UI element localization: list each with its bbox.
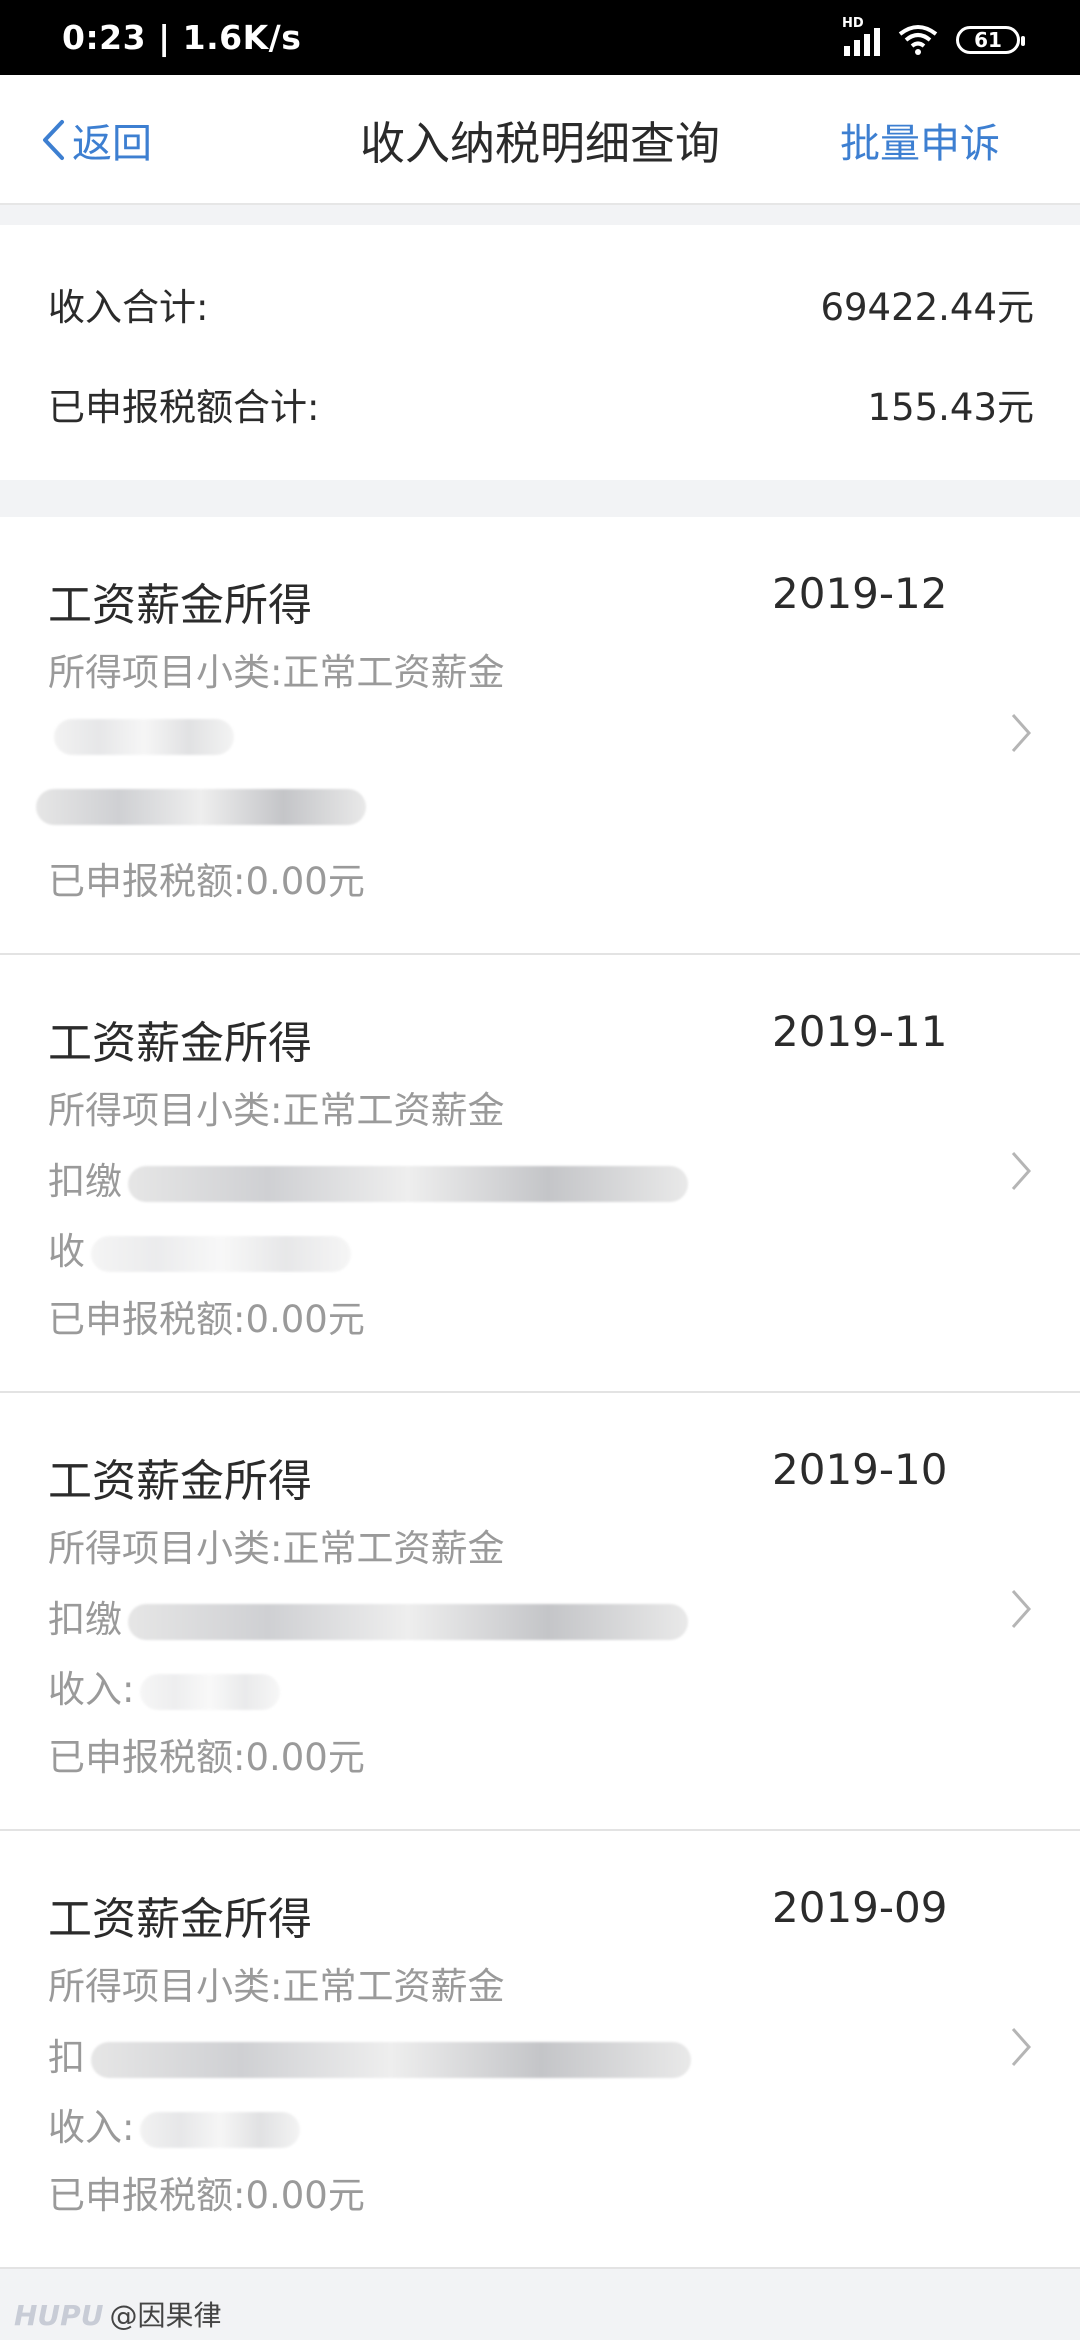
record-date: 2019-09 xyxy=(772,1883,948,1932)
signal-icon: HD xyxy=(842,16,880,56)
record-title: 工资薪金所得 xyxy=(48,1456,312,1507)
tax-total-label: 已申报税额合计: xyxy=(48,386,320,429)
record-date: 2019-10 xyxy=(772,1445,948,1494)
status-time: 0:23 | 1.6K/s xyxy=(62,18,302,57)
record-subcategory: 所得项目小类:正常工资薪金 xyxy=(48,1527,505,1570)
wifi-icon xyxy=(898,25,938,55)
tax-total-row: 已申报税额合计: 155.43元 xyxy=(48,377,1034,431)
record-title: 工资薪金所得 xyxy=(48,1018,312,1069)
chevron-right-icon xyxy=(1011,2028,1032,2066)
record-payer xyxy=(48,713,234,756)
record-payer: 扣缴 xyxy=(48,1151,688,1205)
record-tax: 已申报税额:0.00元 xyxy=(48,860,365,903)
tax-total-value: 155.43元 xyxy=(867,386,1034,429)
income-total-label: 收入合计: xyxy=(48,286,209,329)
income-record-list: 工资薪金所得 2019-12 所得项目小类:正常工资薪金 已申报税额:0.00元… xyxy=(0,517,1080,2269)
battery-icon: 61 xyxy=(956,26,1025,54)
record-subcategory: 所得项目小类:正常工资薪金 xyxy=(48,651,505,694)
chevron-right-icon xyxy=(1011,714,1032,752)
watermark-user: @因果律 xyxy=(109,2299,222,2332)
record-income: 收入: xyxy=(48,2097,301,2151)
hd-badge: HD xyxy=(842,16,864,31)
record-payer: 扣 xyxy=(48,2027,691,2081)
record-income xyxy=(30,783,366,826)
income-record-item[interactable]: 工资薪金所得 2019-09 所得项目小类:正常工资薪金 扣 收入: 已申报税额… xyxy=(0,1831,1080,2269)
watermark-brand: HUPU xyxy=(14,2299,104,2332)
record-income: 收入: xyxy=(48,1659,281,1713)
record-date: 2019-12 xyxy=(772,569,948,618)
record-title: 工资薪金所得 xyxy=(48,1894,312,1945)
income-total-row: 收入合计: 69422.44元 xyxy=(48,277,1034,331)
record-date: 2019-11 xyxy=(772,1007,948,1056)
record-subcategory: 所得项目小类:正常工资薪金 xyxy=(48,1965,505,2008)
record-title: 工资薪金所得 xyxy=(48,580,312,631)
navigation-bar: 返回 收入纳税明细查询 批量申诉 xyxy=(0,75,1080,205)
watermark: HUPU @因果律 xyxy=(14,2294,221,2334)
record-tax: 已申报税额:0.00元 xyxy=(48,1298,365,1341)
record-subcategory: 所得项目小类:正常工资薪金 xyxy=(48,1089,505,1132)
chevron-right-icon xyxy=(1011,1152,1032,1190)
status-bar: 0:23 | 1.6K/s HD 61 xyxy=(0,0,1080,75)
record-income: 收 xyxy=(48,1221,351,1275)
income-total-value: 69422.44元 xyxy=(820,286,1034,329)
record-payer: 扣缴 xyxy=(48,1589,688,1643)
income-record-item[interactable]: 工资薪金所得 2019-11 所得项目小类:正常工资薪金 扣缴 收 已申报税额:… xyxy=(0,955,1080,1393)
status-icons: HD 61 xyxy=(842,16,1025,60)
income-record-item[interactable]: 工资薪金所得 2019-10 所得项目小类:正常工资薪金 扣缴 收入: 已申报税… xyxy=(0,1393,1080,1831)
income-record-item[interactable]: 工资薪金所得 2019-12 所得项目小类:正常工资薪金 已申报税额:0.00元 xyxy=(0,517,1080,955)
record-tax: 已申报税额:0.00元 xyxy=(48,1736,365,1779)
chevron-right-icon xyxy=(1011,1590,1032,1628)
summary-card: 收入合计: 69422.44元 已申报税额合计: 155.43元 xyxy=(0,225,1080,480)
record-tax: 已申报税额:0.00元 xyxy=(48,2174,365,2217)
batch-appeal-button[interactable]: 批量申诉 xyxy=(840,111,1000,169)
